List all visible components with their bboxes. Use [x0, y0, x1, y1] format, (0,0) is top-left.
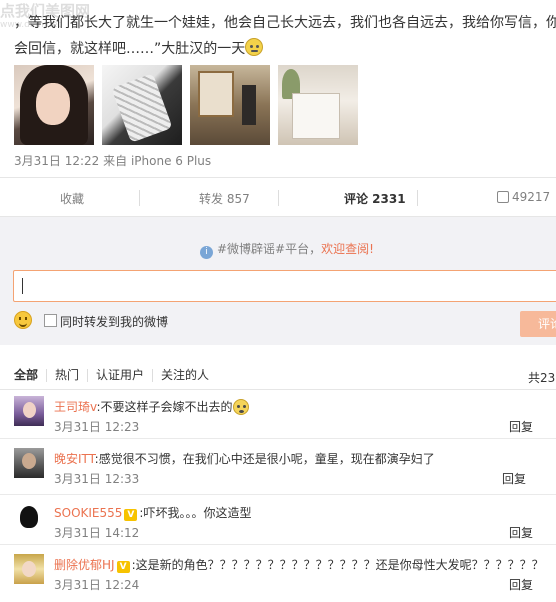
emoji-picker-icon[interactable] — [14, 311, 32, 329]
comment-time: 3月31日 12:24 — [54, 578, 140, 592]
avatar[interactable] — [14, 396, 44, 426]
verified-badge-icon: V — [124, 509, 138, 521]
post-image-2[interactable] — [102, 65, 182, 145]
repost-checkbox-label[interactable]: 同时转发到我的微博 — [60, 313, 168, 330]
reply-button[interactable]: 回复 — [509, 576, 533, 593]
repost-checkbox[interactable] — [44, 314, 57, 327]
text-caret — [22, 278, 23, 294]
comment-button[interactable]: 评论 2331 — [344, 190, 406, 207]
comment-text: 晚安ITT:感觉很不习惯，在我们心中还是很小呢，童星，现在都演孕妇了 — [54, 450, 435, 467]
comment-text: 王司琦v:不要这样子会嫁不出去的 — [54, 398, 249, 415]
verified-badge-icon: V — [116, 561, 130, 573]
thumbs-up-icon — [497, 191, 509, 203]
reply-button[interactable]: 回复 — [509, 524, 533, 541]
divider — [0, 494, 556, 495]
post-line-2-text: 会回信，就这样吧……”大肚汉的一天 — [14, 41, 246, 57]
comment-author[interactable]: 王司琦v — [54, 400, 96, 414]
filter-verified[interactable]: 认证用户 — [87, 369, 152, 382]
notice-link[interactable]: 欢迎查阅! — [321, 242, 374, 256]
action-divider — [139, 190, 140, 206]
post-actions: 收藏 转发 857 评论 2331 49217 — [0, 177, 556, 217]
comment-text: SOOKIE555 V:吓坏我。。。你这造型 — [54, 504, 251, 521]
comment-body: :不要这样子会嫁不出去的 — [96, 400, 233, 414]
comment-filters: 全部 热门 认证用户 关注的人 — [14, 369, 217, 382]
rumor-notice: i #微博辟谣#平台，欢迎查阅! — [200, 240, 374, 259]
like-count: 49217 — [512, 190, 551, 204]
post-images — [14, 65, 358, 145]
post-time[interactable]: 3月31日 12:22 — [14, 154, 99, 168]
favorite-button[interactable]: 收藏 — [60, 190, 84, 207]
info-icon: i — [200, 246, 213, 259]
post-image-1[interactable] — [14, 65, 94, 145]
comment-body: :这是新的角色？？？？？？？？？？？？？？还是你母性大发呢？？？？？？ — [131, 558, 544, 572]
comment-time: 3月31日 14:12 — [54, 526, 140, 540]
divider — [0, 438, 556, 439]
smiley-emoji-icon — [245, 38, 264, 56]
comment-total: 共23 — [528, 371, 556, 385]
comment-text: 删除优郁HJ V:这是新的角色？？？？？？？？？？？？？？还是你母性大发呢？？？？… — [54, 556, 544, 573]
repost-button[interactable]: 转发 857 — [199, 190, 250, 207]
submit-comment-button[interactable]: 评论 — [520, 311, 556, 337]
avatar[interactable] — [14, 502, 44, 532]
comment-author[interactable]: SOOKIE555 — [54, 506, 122, 520]
comment-time: 3月31日 12:23 — [54, 420, 140, 434]
avatar[interactable] — [14, 554, 44, 584]
post-text: ，等我们都长大了就生一个娃娃，他会自己长大远去，我们也各自远去，我给你写信，你不… — [14, 10, 556, 62]
like-button[interactable]: 49217 — [497, 190, 550, 204]
filter-following[interactable]: 关注的人 — [152, 369, 217, 382]
shocked-emoji-icon — [232, 399, 249, 415]
post-source: 来自 iPhone 6 Plus — [103, 154, 212, 168]
reply-button[interactable]: 回复 — [509, 418, 533, 435]
post-image-4[interactable] — [278, 65, 358, 145]
filter-all[interactable]: 全部 — [14, 369, 46, 382]
notice-text[interactable]: #微博辟谣#平台， — [217, 242, 321, 256]
post-image-3[interactable] — [190, 65, 270, 145]
reply-button[interactable]: 回复 — [502, 470, 526, 487]
action-divider — [417, 190, 418, 206]
post-line-1: ，等我们都长大了就生一个娃娃，他会自己长大远去，我们也各自远去，我给你写信，你不 — [14, 15, 556, 31]
divider — [0, 544, 556, 545]
comment-body: :感觉很不习惯，在我们心中还是很小呢，童星，现在都演孕妇了 — [94, 452, 435, 466]
filter-hot[interactable]: 热门 — [46, 369, 87, 382]
divider — [0, 389, 556, 390]
avatar[interactable] — [14, 448, 44, 478]
comment-body: :吓坏我。。。你这造型 — [139, 506, 252, 520]
post-line-2: 会回信，就这样吧……”大肚汉的一天 — [14, 36, 556, 62]
action-divider — [278, 190, 279, 206]
comment-time: 3月31日 12:33 — [54, 472, 140, 486]
comment-author[interactable]: 删除优郁HJ — [54, 558, 115, 572]
post-meta: 3月31日 12:22 来自 iPhone 6 Plus — [14, 152, 211, 169]
comment-author[interactable]: 晚安ITT — [54, 452, 95, 466]
comment-input[interactable] — [13, 270, 556, 302]
